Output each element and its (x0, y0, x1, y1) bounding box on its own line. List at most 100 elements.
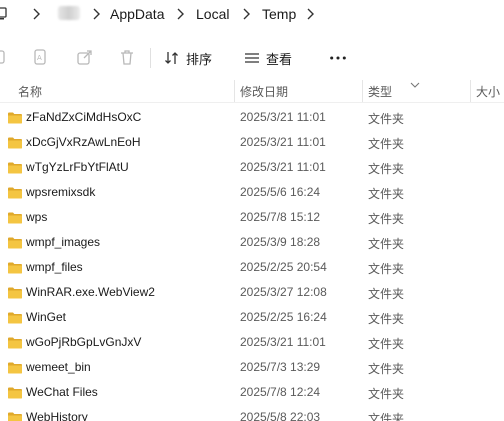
rename-icon[interactable]: A (32, 48, 50, 66)
column-header-size[interactable]: 大小 (476, 83, 500, 100)
folder-icon (8, 286, 22, 299)
file-modified: 2025/7/8 12:24 (240, 385, 321, 399)
file-type: 文件夹 (368, 212, 405, 226)
file-type: 文件夹 (368, 287, 405, 301)
chevron-right-icon[interactable] (30, 6, 42, 22)
file-modified: 2025/3/9 18:28 (240, 235, 321, 249)
folder-icon (8, 111, 22, 124)
file-row[interactable]: zFaNdZxCiMdHsOxC 2025/3/21 11:01 文件夹 (0, 105, 504, 130)
file-name[interactable]: wTgYzLrFbYtFlAtU (26, 160, 129, 174)
svg-text:A: A (37, 54, 42, 62)
file-name[interactable]: xDcGjVxRzAwLnEoH (26, 135, 140, 149)
file-name[interactable]: wmpf_images (26, 235, 100, 249)
delete-icon[interactable] (118, 48, 136, 66)
file-name[interactable]: zFaNdZxCiMdHsOxC (26, 110, 141, 124)
folder-icon (8, 386, 22, 399)
file-explorer-window: AppData Local Temp A 排序 查看 名称 修改日期 类型 大小… (0, 0, 504, 421)
file-row[interactable]: WinRAR.exe.WebView2 2025/3/27 12:08 文件夹 (0, 280, 504, 305)
file-row[interactable]: wps 2025/7/8 15:12 文件夹 (0, 205, 504, 230)
column-header-modified[interactable]: 修改日期 (240, 83, 288, 100)
file-row[interactable]: WeChat Files 2025/7/8 12:24 文件夹 (0, 380, 504, 405)
file-name[interactable]: WinGet (26, 310, 66, 324)
file-row[interactable]: wemeet_bin 2025/7/3 13:29 文件夹 (0, 355, 504, 380)
folder-icon (8, 336, 22, 349)
folder-icon (8, 136, 22, 149)
file-modified: 2025/5/6 16:24 (240, 185, 321, 199)
file-modified: 2025/3/21 11:01 (240, 110, 326, 124)
file-modified: 2025/7/8 15:12 (240, 210, 321, 224)
file-row[interactable]: wmpf_files 2025/2/25 20:54 文件夹 (0, 255, 504, 280)
folder-icon (8, 236, 22, 249)
file-type: 文件夹 (368, 412, 405, 421)
file-type: 文件夹 (368, 337, 405, 351)
file-row[interactable]: xDcGjVxRzAwLnEoH 2025/3/21 11:01 文件夹 (0, 130, 504, 155)
file-name[interactable]: wemeet_bin (26, 360, 91, 374)
file-modified: 2025/3/21 11:01 (240, 335, 326, 349)
file-type: 文件夹 (368, 262, 405, 276)
crumb-local[interactable]: Local (196, 6, 229, 22)
file-modified: 2025/7/3 13:29 (240, 360, 321, 374)
column-header-type[interactable]: 类型 (368, 83, 392, 100)
redacted-crumb[interactable] (58, 6, 80, 20)
file-modified: 2025/3/21 11:01 (240, 160, 326, 174)
column-header-name[interactable]: 名称 (18, 83, 42, 100)
file-type: 文件夹 (368, 312, 405, 326)
column-divider[interactable] (362, 80, 363, 102)
file-type: 文件夹 (368, 362, 405, 376)
view-icon (245, 53, 259, 63)
chevron-right-icon[interactable] (90, 6, 102, 22)
folder-icon (8, 361, 22, 374)
file-row[interactable]: wpsremixsdk 2025/5/6 16:24 文件夹 (0, 180, 504, 205)
breadcrumb: AppData Local Temp (0, 0, 504, 30)
view-label: 查看 (266, 51, 293, 67)
chevron-right-icon[interactable] (240, 6, 252, 22)
chevron-right-icon[interactable] (304, 6, 316, 22)
crumb-appdata[interactable]: AppData (110, 6, 164, 22)
file-type: 文件夹 (368, 387, 405, 401)
file-row[interactable]: WebHistory 2025/5/8 22:03 文件夹 (0, 405, 504, 421)
file-type: 文件夹 (368, 237, 405, 251)
file-name[interactable]: wmpf_files (26, 260, 83, 274)
more-button[interactable] (326, 46, 350, 70)
folder-icon (8, 411, 22, 421)
folder-icon (8, 186, 22, 199)
folder-icon (8, 211, 22, 224)
file-type: 文件夹 (368, 187, 405, 201)
file-type: 文件夹 (368, 137, 405, 151)
share-icon[interactable] (76, 48, 94, 66)
file-name[interactable]: wps (26, 210, 47, 224)
sort-button[interactable]: 排序 (164, 46, 212, 70)
file-modified: 2025/2/25 20:54 (240, 260, 327, 274)
file-name[interactable]: wGoPjRbGpLvGnJxV (26, 335, 141, 349)
column-header-row: 名称 修改日期 类型 大小 (0, 78, 504, 103)
file-name[interactable]: wpsremixsdk (26, 185, 95, 199)
file-modified: 2025/5/8 22:03 (240, 410, 321, 421)
column-divider[interactable] (470, 80, 471, 102)
more-icon (330, 56, 346, 60)
cut-icon[interactable] (0, 48, 10, 66)
file-name[interactable]: WinRAR.exe.WebView2 (26, 285, 155, 299)
file-modified: 2025/3/27 12:08 (240, 285, 327, 299)
toolbar-divider (150, 48, 151, 68)
sort-icon (165, 52, 178, 64)
command-bar: A 排序 查看 (0, 40, 504, 76)
folder-icon (8, 161, 22, 174)
file-modified: 2025/2/25 16:24 (240, 310, 327, 324)
column-divider[interactable] (234, 80, 235, 102)
sort-label: 排序 (186, 51, 213, 67)
file-name[interactable]: WebHistory (26, 410, 88, 421)
file-row[interactable]: wTgYzLrFbYtFlAtU 2025/3/21 11:01 文件夹 (0, 155, 504, 180)
chevron-right-icon[interactable] (174, 6, 186, 22)
file-row[interactable]: WinGet 2025/2/25 16:24 文件夹 (0, 305, 504, 330)
file-name[interactable]: WeChat Files (26, 385, 98, 399)
folder-icon (8, 311, 22, 324)
view-button[interactable]: 查看 (244, 46, 292, 70)
file-modified: 2025/3/21 11:01 (240, 135, 326, 149)
file-row[interactable]: wGoPjRbGpLvGnJxV 2025/3/21 11:01 文件夹 (0, 330, 504, 355)
crumb-temp[interactable]: Temp (262, 6, 296, 22)
file-list: zFaNdZxCiMdHsOxC 2025/3/21 11:01 文件夹 xDcGjV… (0, 105, 504, 421)
file-row[interactable]: wmpf_images 2025/3/9 18:28 文件夹 (0, 230, 504, 255)
file-type: 文件夹 (368, 162, 405, 176)
file-type: 文件夹 (368, 112, 405, 126)
pc-icon[interactable] (0, 7, 8, 21)
